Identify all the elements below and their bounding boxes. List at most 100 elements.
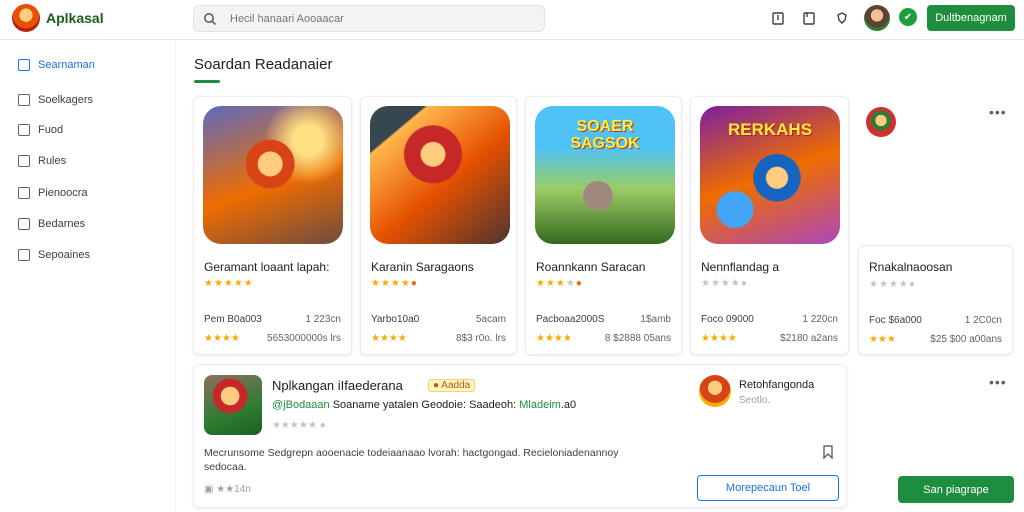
bookmark-icon[interactable] — [801, 10, 817, 26]
app-price: Foc $6a000 — [869, 315, 922, 326]
review-stars: ★★★★ — [371, 333, 407, 344]
app-title: Nennflandag a — [701, 260, 780, 274]
review-count: $2180 a2ans — [780, 333, 838, 344]
brand-name[interactable]: Aplkasal — [46, 10, 104, 26]
listing-subtitle-end: .a0 — [560, 399, 577, 411]
listing-badge: ● Aadda — [428, 379, 476, 392]
search-input[interactable] — [230, 10, 530, 28]
listing-rating-stars: ★★★★★ ● — [272, 420, 326, 431]
app-size: 1 220cn — [802, 314, 838, 325]
listing-footer: ▣ ★★14n — [204, 484, 251, 495]
notification-icon[interactable] — [834, 10, 850, 26]
sidebar-item-6[interactable]: Sepoaines — [0, 241, 176, 269]
sidebar-item-icon — [18, 155, 30, 167]
app-size: 1 223cn — [305, 314, 341, 325]
sidebar-item-icon — [18, 59, 30, 71]
sidebar-item-4[interactable]: Pienoocra — [0, 179, 176, 207]
app-title: Roannkann Saracan — [536, 260, 646, 274]
app-title: Karanin Saragaons — [371, 260, 474, 274]
sidebar-item-label: Searnaman — [38, 59, 95, 71]
listing-description: Mecrunsome Sedgrepn aooenacie todeiaanaa… — [204, 447, 619, 473]
sidebar-item-2[interactable]: Fuod — [0, 116, 176, 144]
more-options-icon[interactable]: ••• — [989, 104, 1007, 120]
section-title: Soardan Readanaier — [194, 56, 333, 73]
app-logo[interactable] — [12, 4, 40, 32]
listing-subtitle: @jBodaaan Soaname yatalen Geodoie: Saade… — [272, 399, 576, 411]
sidebar-item-5[interactable]: Bedarnes — [0, 210, 176, 238]
listing-title: Nplkangan iIfaederana — [272, 378, 403, 393]
game-artwork-title: RERKAHS — [727, 120, 813, 139]
sidebar-item-1[interactable]: Soelkagers — [0, 86, 176, 114]
app-card[interactable]: RERKAHS Nennflandag a ★★★★● Foco 09000 1… — [690, 96, 849, 355]
listing-thumbnail[interactable] — [204, 375, 262, 435]
app-size: 1 2C0cn — [964, 315, 1002, 326]
rating-stars: ★★★★● — [701, 278, 748, 289]
app-title: Rnakalnaoosan — [869, 260, 953, 274]
sidebar-item-label: Fuod — [38, 124, 64, 136]
sidebar-item-label: Sepoaines — [38, 249, 90, 261]
rating-stars: ★★★★● — [371, 278, 418, 289]
app-thumbnail[interactable] — [866, 107, 896, 137]
featured-listing[interactable]: Nplkangan iIfaederana ● Aadda @jBodaaan … — [193, 364, 847, 508]
sidebar-item-icon — [18, 218, 30, 230]
app-price: Pacboaa2000S — [536, 314, 605, 325]
review-stars: ★★★★ — [701, 333, 737, 344]
section-underline — [194, 80, 220, 83]
rating-stars: ★★★★● — [869, 279, 916, 290]
bookmark-icon[interactable] — [822, 445, 834, 459]
sidebar-item-icon — [18, 187, 30, 199]
sidebar-item-icon — [18, 249, 30, 261]
sidebar-item-label: Soelkagers — [38, 94, 94, 106]
app-card[interactable]: Geramant loaant lapah: ★★★★★ Pem B0a003 … — [193, 96, 352, 355]
game-artwork — [370, 106, 510, 244]
app-price: Foco 09000 — [701, 314, 754, 325]
sidebar: Searnaman Soelkagers Fuod Rules Pienoocr… — [0, 41, 176, 512]
game-artwork: RERKAHS — [700, 106, 840, 244]
user-avatar[interactable] — [864, 5, 890, 31]
download-icon[interactable] — [770, 10, 786, 26]
sidebar-item-label: Pienoocra — [38, 187, 88, 199]
search-bar[interactable] — [193, 5, 545, 32]
review-stars: ★★★★ — [204, 333, 240, 344]
app-card[interactable]: Karanin Saragaons ★★★★● Yarbo10a0 5acam … — [360, 96, 517, 355]
developer-avatar[interactable] — [699, 375, 731, 407]
header-action-button[interactable]: Dultbenagnam — [927, 5, 1015, 31]
app-size: 1$amb — [640, 314, 671, 325]
sidebar-item-icon — [18, 124, 30, 136]
review-count: $25 $00 a00ans — [930, 334, 1002, 345]
game-artwork — [203, 106, 343, 244]
floating-action-button[interactable]: San piagrape — [898, 476, 1014, 503]
listing-tag[interactable]: @jBodaaan — [272, 399, 330, 411]
app-price: Pem B0a003 — [204, 314, 262, 325]
app-card[interactable]: SOAER SAGSOK Roannkann Saracan ★★★★● Pac… — [525, 96, 682, 355]
rating-stars: ★★★★★ — [204, 278, 254, 289]
listing-action-button[interactable]: Morepecaun Toel — [697, 475, 839, 501]
listing-badge-label: Aadda — [441, 380, 471, 391]
review-count: 8$3 r0o. lrs — [455, 333, 506, 344]
listing-footer-count: 14n — [234, 484, 251, 495]
review-count: 5653000000s lrs — [267, 333, 341, 344]
review-count: 8 $2888 05ans — [604, 333, 671, 344]
app-card[interactable]: Rnakalnaoosan ★★★★● Foc $6a000 1 2C0cn ★… — [858, 245, 1013, 355]
review-stars: ★★★★ — [536, 333, 572, 344]
sidebar-item-label: Bedarnes — [38, 218, 86, 230]
status-icon[interactable]: ✔ — [899, 8, 917, 26]
sidebar-item-3[interactable]: Rules — [0, 147, 176, 175]
app-title: Geramant loaant lapah: — [204, 260, 330, 274]
game-artwork: SOAER SAGSOK — [535, 106, 675, 244]
rating-stars: ★★★★● — [536, 278, 583, 289]
review-stars: ★★★ — [869, 334, 896, 345]
listing-subtitle-text: Soaname yatalen Geodoie: Saadeoh: — [332, 399, 517, 411]
developer-name[interactable]: Retohfangonda — [739, 379, 814, 391]
app-size: 5acam — [475, 314, 506, 325]
top-bar: Aplkasal ✔ Dultbenagnam — [0, 0, 1024, 40]
listing-tag-2[interactable]: Mladeim — [519, 399, 561, 411]
search-icon — [204, 13, 217, 26]
more-options-icon[interactable]: ••• — [989, 374, 1007, 390]
sidebar-item-0[interactable]: Searnaman — [0, 51, 176, 79]
app-price: Yarbo10a0 — [371, 314, 420, 325]
developer-subtitle: Seotlo. — [739, 395, 771, 406]
game-artwork-title: SOAER SAGSOK — [570, 118, 640, 152]
sidebar-item-label: Rules — [38, 155, 67, 167]
sidebar-item-icon — [18, 94, 30, 106]
